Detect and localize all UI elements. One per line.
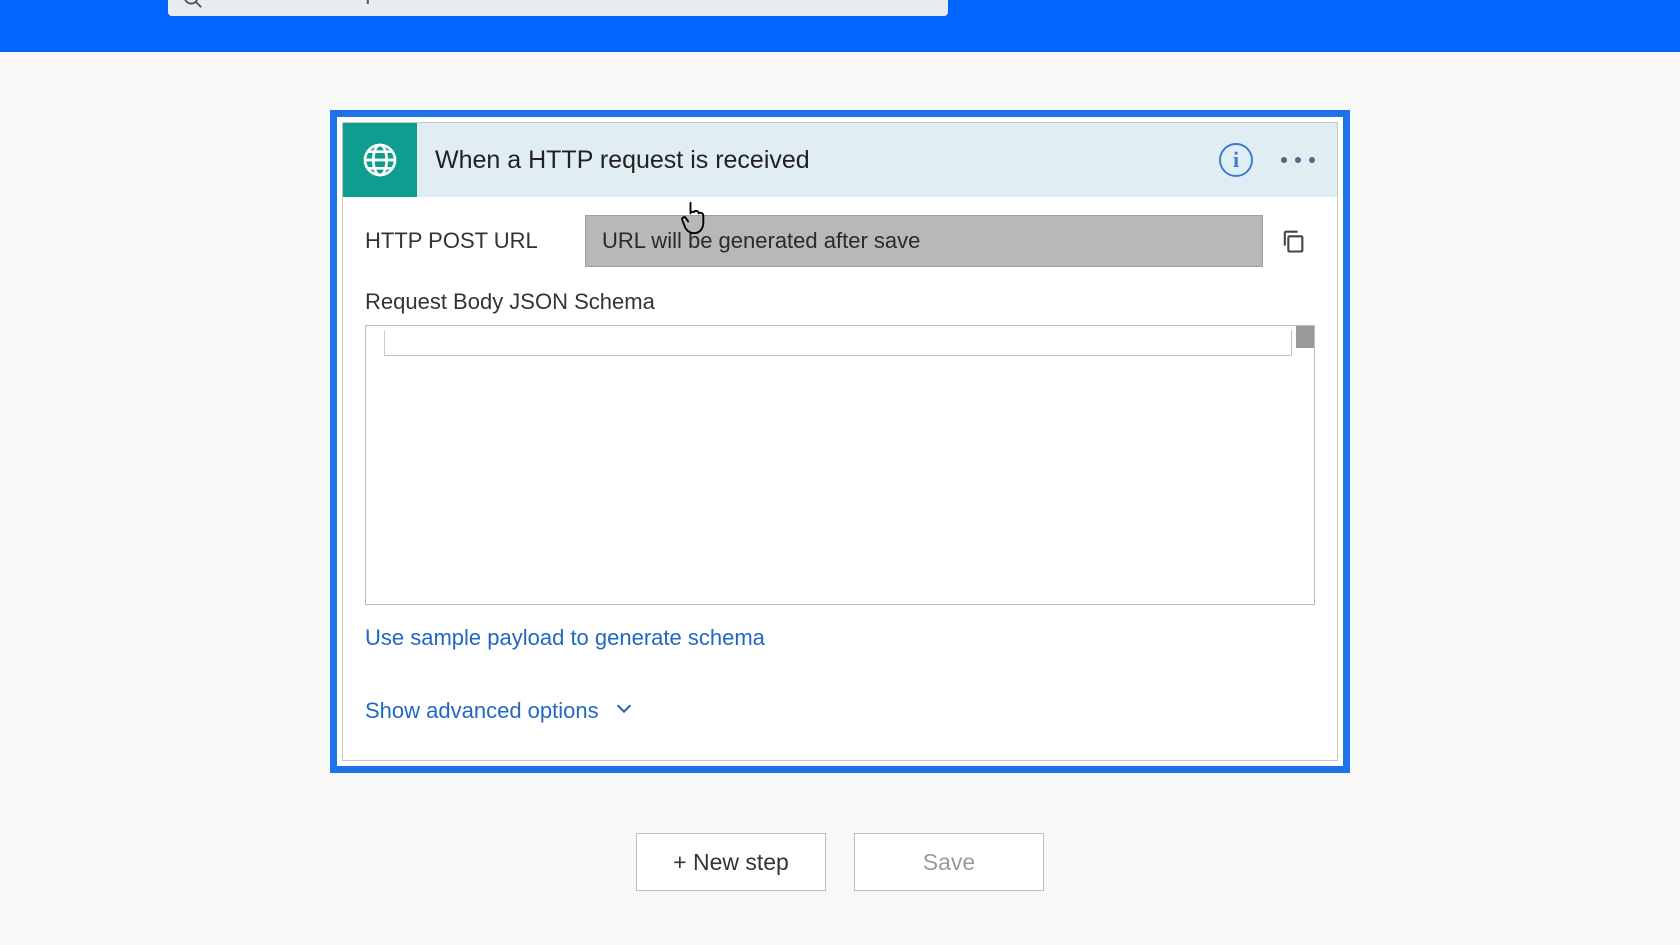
save-button[interactable]: Save — [854, 833, 1044, 891]
show-advanced-label: Show advanced options — [365, 698, 599, 724]
chevron-down-icon — [613, 697, 635, 724]
trigger-card-selected-frame: When a HTTP request is received i HTTP P… — [330, 110, 1350, 773]
http-post-url-value: URL will be generated after save — [602, 228, 920, 254]
trigger-title: When a HTTP request is received — [417, 146, 1219, 175]
info-icon[interactable]: i — [1219, 143, 1253, 177]
search-icon — [182, 0, 204, 15]
trigger-card[interactable]: When a HTTP request is received i HTTP P… — [342, 122, 1338, 761]
new-step-button[interactable]: + New step — [636, 833, 826, 891]
schema-label: Request Body JSON Schema — [365, 289, 1315, 315]
show-advanced-toggle[interactable]: Show advanced options — [365, 697, 1315, 724]
search-box[interactable]: Search for helpful resources — [168, 0, 948, 16]
footer-actions: + New step Save — [636, 833, 1044, 891]
use-sample-payload-link[interactable]: Use sample payload to generate schema — [365, 625, 1315, 651]
more-menu-icon[interactable] — [1281, 157, 1315, 163]
flow-canvas: When a HTTP request is received i HTTP P… — [0, 52, 1680, 891]
schema-inner-border — [384, 330, 1292, 356]
scrollbar-handle[interactable] — [1296, 326, 1314, 348]
search-placeholder-text: Search for helpful resources — [222, 0, 510, 5]
http-post-url-row: HTTP POST URL URL will be generated afte… — [365, 215, 1315, 267]
http-post-url-field: URL will be generated after save — [585, 215, 1263, 267]
http-request-icon — [343, 123, 417, 197]
schema-textarea[interactable] — [365, 325, 1315, 605]
trigger-body: HTTP POST URL URL will be generated afte… — [343, 197, 1337, 760]
http-post-url-label: HTTP POST URL — [365, 228, 585, 254]
top-nav-bar: Search for helpful resources — [0, 0, 1680, 52]
trigger-header[interactable]: When a HTTP request is received i — [343, 123, 1337, 197]
copy-url-button[interactable] — [1271, 227, 1315, 255]
